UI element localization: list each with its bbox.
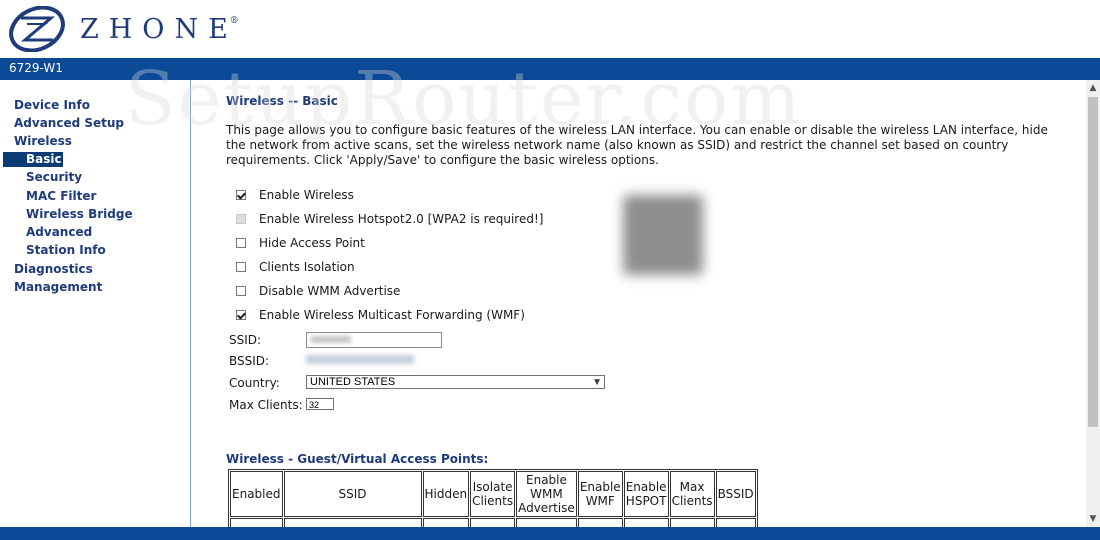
- sidebar-item-wireless-bridge[interactable]: Wireless Bridge: [26, 207, 133, 221]
- header: ZHONE®: [0, 0, 1100, 58]
- hide-access-point-checkbox[interactable]: [236, 238, 246, 248]
- clients-isolation-checkbox[interactable]: [236, 262, 246, 272]
- header-enable-hspot: Enable HSPOT: [623, 471, 669, 517]
- guest-section-title: Wireless - Guest/Virtual Access Points:: [226, 452, 489, 466]
- max-clients-input[interactable]: 32: [306, 398, 334, 410]
- chevron-down-icon: ▼: [592, 377, 602, 388]
- header-bssid: BSSID: [715, 471, 756, 517]
- header-max-clients: Max Clients: [669, 471, 715, 517]
- sidebar-item-device-info[interactable]: Device Info: [14, 98, 90, 112]
- zhone-logo-icon: [9, 6, 65, 52]
- bssid-value-redacted: [306, 355, 414, 364]
- main-content: Wireless -- Basic This page allows you t…: [191, 80, 1086, 527]
- scroll-up-icon[interactable]: ▲: [1086, 80, 1100, 96]
- scroll-down-icon[interactable]: ▼: [1086, 511, 1100, 527]
- country-label: Country:: [229, 376, 280, 390]
- sidebar-item-mac-filter[interactable]: MAC Filter: [26, 189, 96, 203]
- ssid-value-redacted: [311, 336, 351, 343]
- model-bar: 6729-W1: [0, 58, 1100, 80]
- enable-wireless-checkbox[interactable]: [236, 190, 246, 200]
- enable-hotspot-checkbox: [236, 214, 246, 224]
- sidebar-item-management[interactable]: Management: [14, 280, 102, 294]
- bssid-label: BSSID:: [229, 354, 270, 368]
- sidebar-item-wireless[interactable]: Wireless: [14, 134, 72, 148]
- ssid-input[interactable]: [306, 332, 442, 348]
- page-description: This page allows you to configure basic …: [226, 123, 1048, 167]
- header-hidden: Hidden: [422, 471, 470, 517]
- header-ssid: SSID: [283, 471, 422, 517]
- sidebar-item-advanced-setup[interactable]: Advanced Setup: [14, 116, 124, 130]
- header-enabled: Enabled: [230, 471, 283, 517]
- vertical-scrollbar[interactable]: ▲ ▼: [1086, 80, 1100, 527]
- sidebar-item-security[interactable]: Security: [26, 170, 82, 184]
- enable-wmf-checkbox[interactable]: [236, 310, 246, 320]
- sidebar-item-basic[interactable]: Basic: [3, 152, 63, 167]
- scroll-thumb[interactable]: [1088, 97, 1098, 427]
- header-enable-wmf: Enable WMF: [577, 471, 623, 517]
- max-clients-label: Max Clients:: [229, 398, 303, 412]
- guest-table-header-row: Enabled SSID Hidden Isolate Clients Enabl…: [230, 471, 756, 517]
- sidebar: Device Info Advanced Setup Wireless Basi…: [0, 80, 191, 527]
- footer-bar: [0, 527, 1100, 540]
- sidebar-item-station-info[interactable]: Station Info: [26, 243, 106, 257]
- page-title: Wireless -- Basic: [226, 94, 338, 108]
- disable-wmm-checkbox[interactable]: [236, 286, 246, 296]
- brand-name: ZHONE®: [80, 14, 239, 45]
- table-row: [230, 518, 756, 527]
- sidebar-item-advanced[interactable]: Advanced: [26, 225, 92, 239]
- guest-ap-table: Enabled SSID Hidden Isolate Clients Enabl…: [228, 469, 758, 527]
- blurred-qr-image: [623, 195, 703, 275]
- header-isolate-clients: Isolate Clients: [470, 471, 516, 517]
- country-select[interactable]: UNITED STATES ▼: [306, 375, 605, 389]
- model-name: 6729-W1: [9, 61, 63, 75]
- sidebar-item-diagnostics[interactable]: Diagnostics: [14, 262, 93, 276]
- header-enable-wmm-advertise: Enable WMM Advertise: [516, 471, 577, 517]
- ssid-label: SSID:: [229, 333, 262, 347]
